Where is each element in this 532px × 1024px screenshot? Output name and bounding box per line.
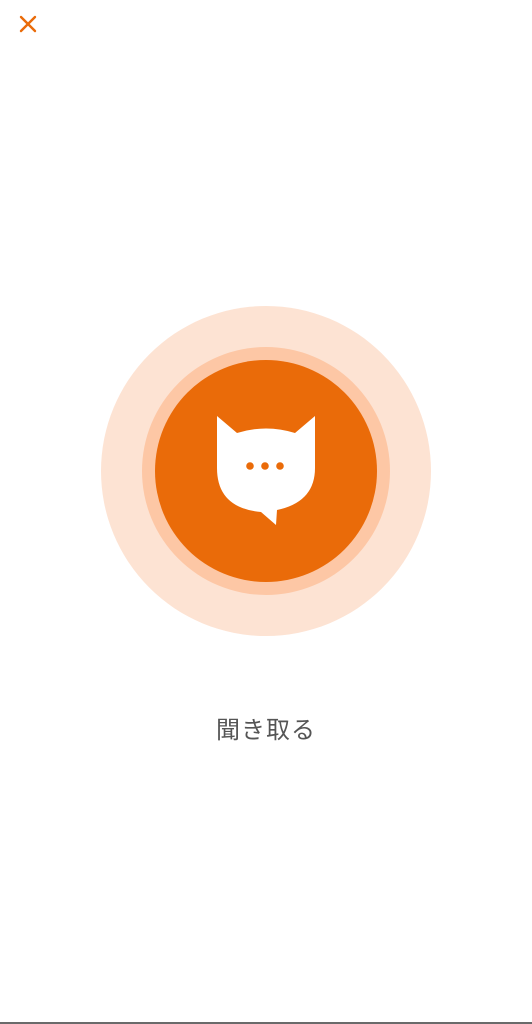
close-button[interactable] [14,10,42,38]
listen-label: 聞き取る [216,716,316,744]
listen-zone [101,306,431,636]
cat-chat-icon [217,416,315,525]
listen-button[interactable] [155,360,377,582]
close-icon[interactable] [18,14,38,34]
